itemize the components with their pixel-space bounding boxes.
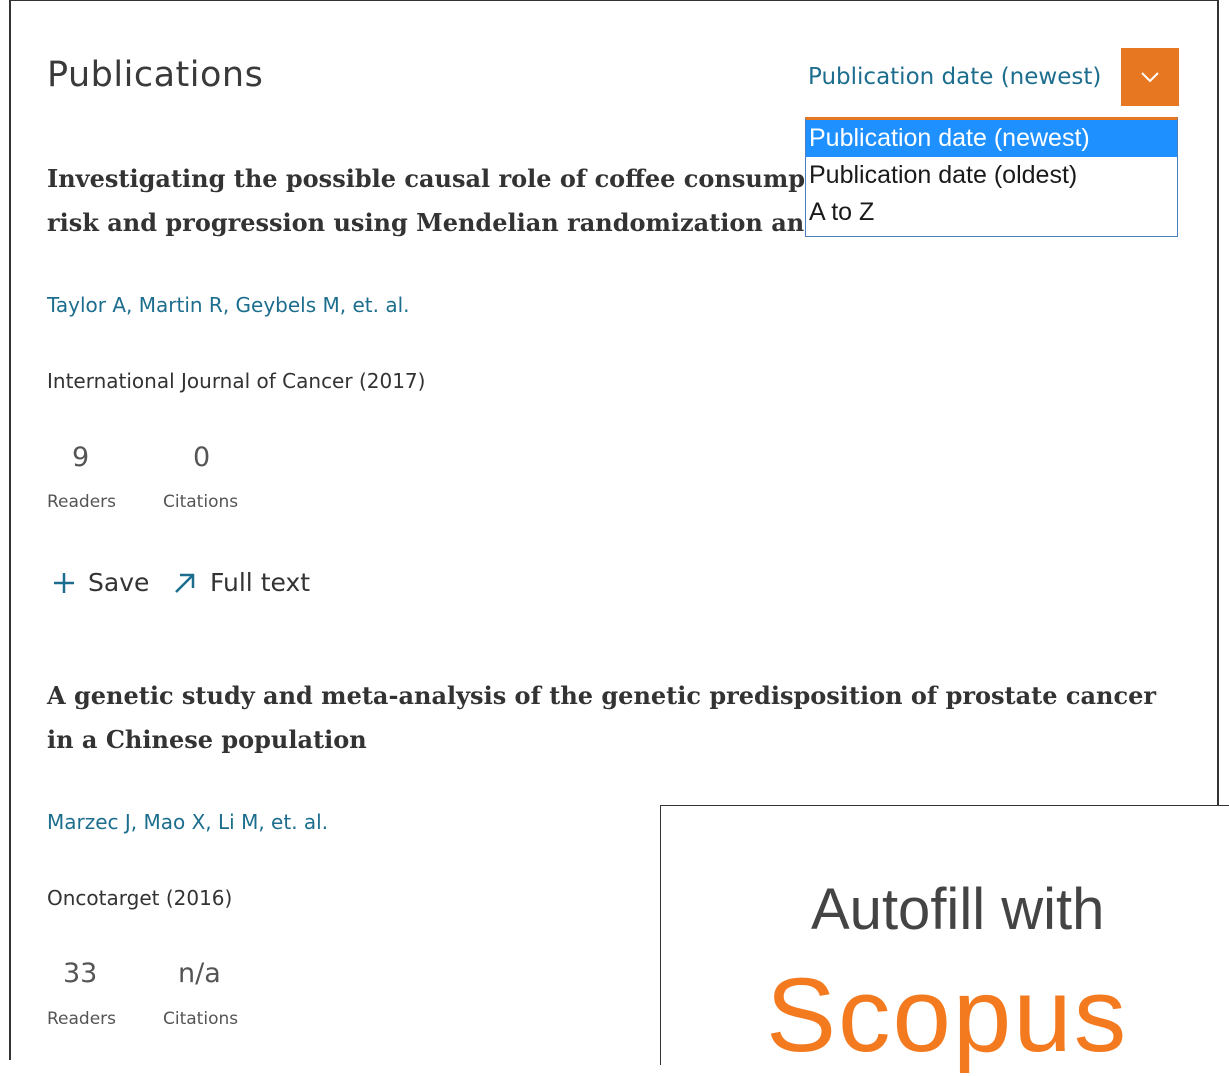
full-text-link[interactable]: Full text (172, 568, 310, 597)
article-title[interactable]: Investigating the possible causal role o… (47, 157, 881, 245)
readers-count: 9 (72, 442, 90, 473)
article-title-line: in a Chinese population (47, 725, 367, 754)
citations-label: Citations (163, 492, 239, 512)
article-journal: Oncotarget (2016) (47, 886, 233, 910)
article-title-line: A genetic study and meta-analysis of the… (47, 681, 1157, 710)
citations-count: 0 (193, 442, 211, 473)
page-title: Publications (47, 55, 264, 95)
sort-option-newest[interactable]: Publication date (newest) (806, 120, 1177, 157)
article-title-line: Investigating the possible causal role o… (47, 164, 881, 193)
sort-select-value[interactable]: Publication date (newest) (808, 64, 1101, 90)
full-text-label: Full text (210, 568, 311, 597)
sort-option-oldest[interactable]: Publication date (oldest) (806, 157, 1177, 194)
readers-label: Readers (47, 492, 117, 512)
article-title-line: risk and progression using Mendelian ran… (47, 208, 879, 237)
sort-option-a-to-z[interactable]: A to Z (806, 194, 1177, 231)
autofill-scopus-overlay[interactable]: Autofill with Scopus (660, 805, 1229, 1074)
article-journal: International Journal of Cancer (2017) (47, 369, 426, 393)
scopus-logo-text: Scopus (766, 957, 1129, 1074)
chevron-down-icon (1141, 72, 1159, 83)
article-title[interactable]: A genetic study and meta-analysis of the… (47, 674, 1156, 762)
save-button[interactable]: Save (52, 568, 149, 597)
sort-dropdown-button[interactable] (1121, 48, 1179, 106)
external-link-arrow-icon (175, 573, 195, 593)
readers-count: 33 (63, 958, 98, 989)
article-authors[interactable]: Marzec J, Mao X, Li M, et. al. (47, 810, 328, 834)
article-authors[interactable]: Taylor A, Martin R, Geybels M, et. al. (47, 293, 410, 317)
autofill-text: Autofill with (811, 877, 1105, 942)
citations-count: n/a (178, 958, 221, 989)
plus-icon (54, 572, 74, 593)
readers-label: Readers (47, 1009, 117, 1029)
citations-label: Citations (163, 1009, 239, 1029)
save-label: Save (88, 568, 150, 597)
sort-options-list: Publication date (newest) Publication da… (805, 117, 1178, 237)
